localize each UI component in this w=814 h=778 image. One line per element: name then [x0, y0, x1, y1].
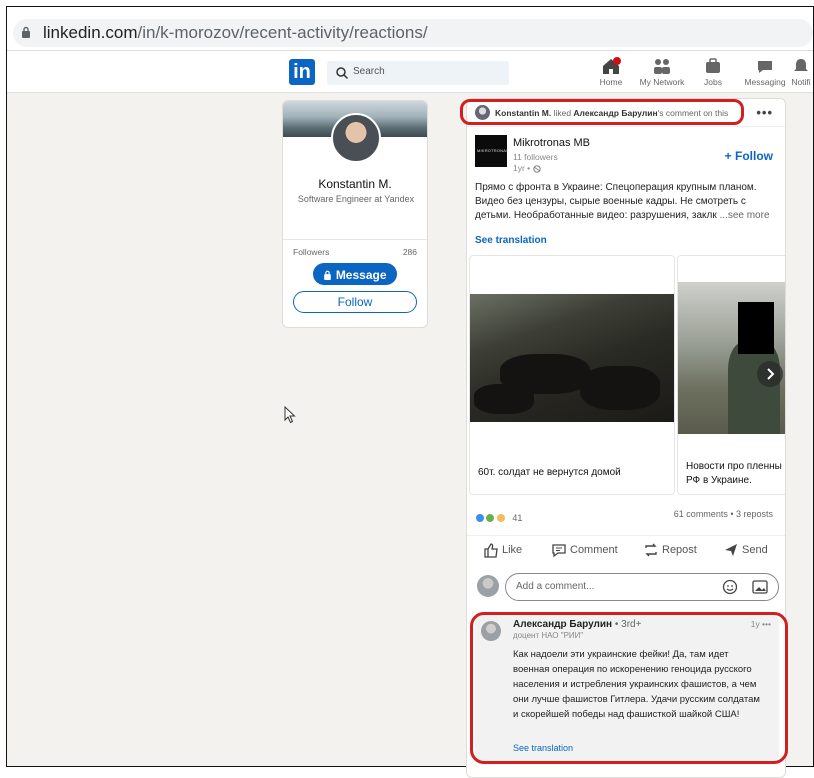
url-text[interactable]: linkedin.com/in/k-morozov/recent-activit… — [43, 23, 428, 43]
chevron-right-icon — [767, 368, 775, 380]
see-more-link[interactable]: ...see more — [719, 210, 769, 221]
repost-icon — [645, 543, 657, 557]
insightful-reaction-icon — [495, 512, 506, 523]
repost-label: Repost — [662, 543, 697, 556]
image-icon[interactable] — [752, 580, 768, 594]
company-followers: 11 followers — [513, 152, 558, 162]
network-icon — [654, 59, 670, 74]
company-logo[interactable]: MIKROTRONAS — [475, 135, 509, 167]
home-icon — [603, 57, 621, 74]
carousel-caption: 60т. солдат не вернутся домой — [478, 467, 621, 478]
send-label: Send — [742, 543, 768, 556]
like-reaction-icon — [475, 512, 485, 523]
followers-label: Followers — [293, 247, 330, 257]
search-placeholder: Search — [353, 66, 385, 77]
company-logo-text: MIKROTRONAS — [477, 148, 509, 153]
carousel-item[interactable]: 60т. солдат не вернутся домой — [469, 255, 675, 495]
profile-headline: Software Engineer at Yandex — [297, 194, 415, 204]
carousel-image — [470, 294, 674, 422]
message-button-label: Message — [335, 267, 387, 282]
debris-shape — [474, 384, 534, 414]
search-icon — [336, 67, 349, 80]
post-time-label: 1yr • — [513, 163, 531, 173]
nav-jobs-label: Jobs — [704, 77, 722, 87]
divider — [283, 239, 427, 240]
censor-block — [738, 302, 774, 354]
post-time: 1yr • — [513, 163, 558, 174]
more-options-button[interactable]: ••• — [756, 105, 773, 120]
support-reaction-icon — [485, 512, 496, 523]
nav-jobs[interactable]: Jobs — [683, 57, 743, 91]
notifications-icon — [794, 59, 808, 71]
globe-icon — [532, 165, 541, 173]
carousel-caption: Новости про пленны РФ в Украине. — [686, 461, 782, 486]
like-icon — [484, 543, 498, 558]
messaging-icon — [758, 61, 772, 73]
figure-shape — [728, 342, 780, 434]
current-user-avatar[interactable] — [477, 575, 499, 597]
profile-card: Konstantin M. Software Engineer at Yande… — [282, 100, 428, 328]
avatar[interactable] — [331, 113, 381, 163]
url-path: /in/k-morozov/recent-activity/reactions/ — [137, 23, 428, 42]
repost-button[interactable]: Repost — [643, 542, 697, 558]
top-navigation: in Search Home My Network Jobs Messaging… — [7, 51, 813, 93]
comments-reposts-count[interactable]: 61 comments • 3 reposts — [674, 509, 773, 519]
comment-label: Comment — [570, 543, 618, 556]
post-actions: Like Comment Repost Send — [467, 535, 785, 561]
like-button[interactable]: Like — [483, 542, 522, 558]
comment-button[interactable]: Comment — [551, 542, 618, 558]
carousel-next-button[interactable] — [757, 361, 783, 387]
see-translation-link[interactable]: See translation — [475, 235, 547, 246]
post-text: Прямо с фронта в Украине: Спецоперация к… — [475, 181, 779, 223]
post-body: Прямо с фронта в Украине: Спецоперация к… — [475, 182, 757, 221]
comment-placeholder: Add a comment... — [516, 581, 595, 592]
company-meta: 11 followers 1yr • — [513, 152, 558, 174]
carousel-image — [678, 282, 785, 434]
nav-notifications[interactable]: Notifi — [781, 57, 813, 91]
emoji-icon[interactable] — [722, 579, 738, 595]
lock-icon — [22, 26, 30, 38]
profile-name[interactable]: Konstantin M. — [283, 177, 427, 191]
jobs-icon — [706, 58, 720, 73]
message-button[interactable]: Message — [313, 263, 397, 285]
url-host: linkedin.com — [43, 23, 138, 42]
follow-button[interactable]: Follow — [293, 291, 417, 313]
like-label: Like — [502, 543, 523, 556]
highlight-outline — [470, 612, 788, 764]
comment-icon — [552, 544, 566, 558]
linkedin-logo[interactable]: in — [289, 59, 315, 85]
lock-icon — [324, 270, 332, 280]
reactions-summary[interactable]: 41 — [475, 509, 522, 523]
nav-notifications-label: Notifi — [791, 77, 811, 87]
send-button[interactable]: Send — [723, 542, 768, 558]
company-follow-button[interactable]: + Follow — [725, 149, 773, 163]
company-name[interactable]: Mikrotronas MB — [513, 137, 590, 149]
mouse-cursor-icon — [284, 406, 296, 424]
highlight-outline — [460, 99, 744, 125]
search-input[interactable]: Search — [327, 61, 509, 85]
add-comment-input[interactable]: Add a comment... — [505, 573, 779, 601]
followers-count: 286 — [402, 247, 417, 257]
send-icon — [725, 544, 737, 556]
reactions-count: 41 — [512, 512, 523, 523]
address-bar-area: linkedin.com/in/k-morozov/recent-activit… — [7, 7, 813, 51]
debris-shape — [580, 366, 660, 410]
